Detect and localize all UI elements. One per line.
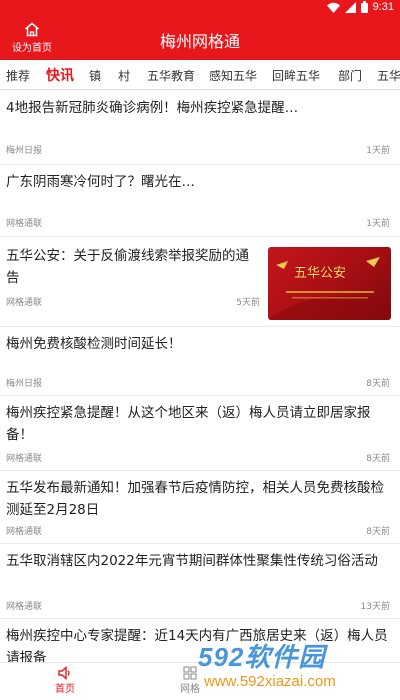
police-banner-image: 五华公安 [268,257,391,320]
news-meta: 网格通联 8天前 [6,451,390,464]
status-time: 9:31 [372,1,394,13]
news-source: 网格通联 [6,454,43,464]
category-tabs: 推荐 快讯 镇 村 五华教育 感知五华 回眸五华 部门 五华 [0,60,400,90]
news-time: 8天前 [366,379,390,389]
news-title: 五华公安：关于反偷渡线索举报奖励的通告 [6,248,249,286]
news-source: 梅州日报 [6,146,43,156]
app-title: 梅州网格通 [159,32,240,51]
nav-grid-label: 网格 [180,684,200,695]
bottom-nav: 首页 网格 [0,662,400,700]
nav-grid[interactable]: 网格 [160,666,220,695]
signal-icon [344,1,356,13]
speaker-icon [58,666,70,680]
news-time: 1天前 [366,219,390,229]
news-source: 网格通联 [6,219,43,229]
news-source: 网格通联 [6,602,43,612]
tab-town[interactable]: 镇 [89,67,101,84]
news-title: 梅州疾控紧急提醒！从这个地区来（返）梅人员请立即居家报备！ [6,405,371,443]
news-source: 梅州日报 [6,379,43,389]
news-thumbnail[interactable]: 五华公安 [268,247,391,320]
news-source: 网格通联 [6,298,43,308]
news-time: 8天前 [366,527,390,537]
thumbnail-caption: 五华公安 [294,266,346,281]
news-time: 1天前 [366,146,390,156]
tab-wuhua[interactable]: 五华 [377,67,400,84]
news-meta: 网格通联 8天前 [6,524,390,537]
news-time: 5天前 [236,298,260,308]
news-source: 网格通联 [6,527,43,537]
news-item[interactable]: 广东阴雨寒冷何时了？曙光在… 网格通联 1天前 [0,165,400,235]
battery-icon [360,1,368,13]
news-time: 8天前 [366,454,390,464]
news-item[interactable]: 梅州疾控中心专家提醒：近14天内有广西旅居史来（返）梅人员请报备 [0,619,400,662]
app-header: 设为首页 梅州网格通 [0,16,400,60]
news-title: 梅州免费核酸检测时间延长！ [6,336,182,352]
news-title: 五华取消辖区内2022年元宵节期间群体性聚集性传统习俗活动 [6,553,378,569]
tab-village[interactable]: 村 [118,67,130,84]
news-item[interactable]: 五华取消辖区内2022年元宵节期间群体性聚集性传统习俗活动 网格通联 13天前 [0,544,400,617]
news-item[interactable]: 梅州免费核酸检测时间延长！ 梅州日报 8天前 [0,327,400,394]
news-title: 五华发布最新通知！加强春节后疫情防控，相关人员免费核酸检测延至2月28日 [6,480,384,518]
news-meta: 网格通联 5天前 [6,295,260,308]
news-title: 4地报告新冠肺炎确诊病例！梅州疾控紧急提醒… [6,100,299,116]
grid-icon [183,666,197,680]
nav-home[interactable]: 首页 [35,666,95,695]
tab-look-back-wuhua[interactable]: 回眸五华 [272,67,320,84]
tab-perceive-wuhua[interactable]: 感知五华 [209,67,257,84]
tab-flash-news[interactable]: 快讯 [46,65,74,85]
status-icons: 9:31 [326,1,394,13]
news-meta: 梅州日报 8天前 [6,376,390,389]
news-title: 梅州疾控中心专家提醒：近14天内有广西旅居史来（返）梅人员请报备 [6,628,388,662]
news-time: 13天前 [360,602,390,612]
status-bar: 9:31 [0,0,400,16]
tab-recommend[interactable]: 推荐 [6,67,30,84]
wifi-icon [326,2,340,13]
tab-wuhua-education[interactable]: 五华教育 [147,67,195,84]
news-title: 广东阴雨寒冷何时了？曙光在… [6,174,195,190]
tab-departments[interactable]: 部门 [338,67,362,84]
nav-home-label: 首页 [55,684,75,695]
news-item[interactable]: 梅州疾控紧急提醒！从这个地区来（返）梅人员请立即居家报备！ 网格通联 8天前 [0,396,400,469]
news-meta: 梅州日报 1天前 [6,143,390,156]
news-meta: 网格通联 1天前 [6,216,390,229]
news-meta: 网格通联 13天前 [6,599,390,612]
news-item[interactable]: 五华发布最新通知！加强春节后疫情防控，相关人员免费核酸检测延至2月28日 网格通… [0,471,400,542]
news-item[interactable]: 4地报告新冠肺炎确诊病例！梅州疾控紧急提醒… 梅州日报 1天前 [0,91,400,164]
